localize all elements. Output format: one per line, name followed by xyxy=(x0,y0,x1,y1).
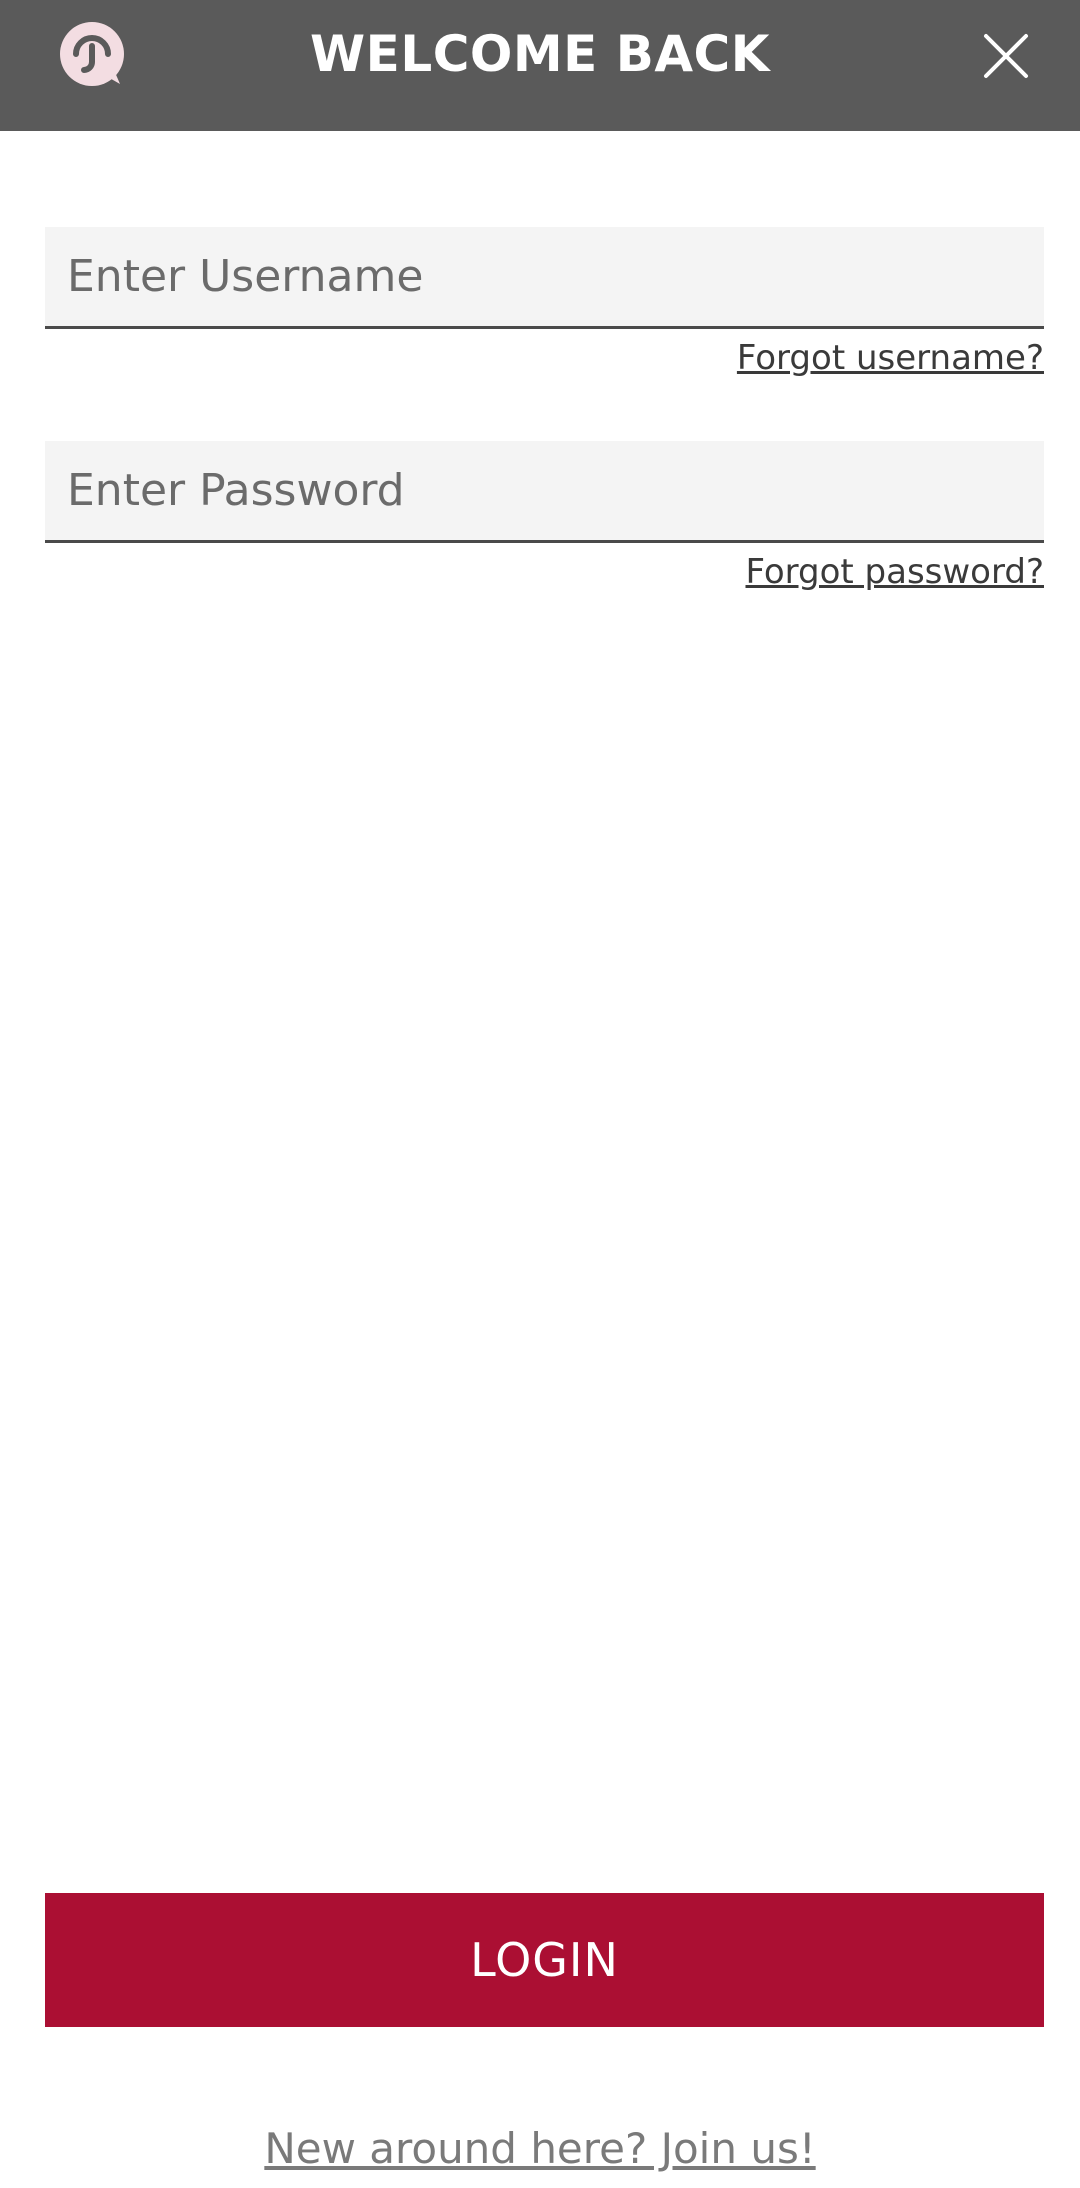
join-link[interactable]: New around here? Join us! xyxy=(0,2124,1080,2173)
page-title: WELCOME BACK xyxy=(310,25,770,83)
header-bar: WELCOME BACK xyxy=(0,0,1080,131)
login-button[interactable]: LOGIN xyxy=(45,1893,1044,2027)
close-icon[interactable] xyxy=(978,28,1034,84)
forgot-username-link[interactable]: Forgot username? xyxy=(737,338,1044,378)
username-input[interactable] xyxy=(45,227,1044,329)
password-input[interactable] xyxy=(45,441,1044,543)
forgot-password-link[interactable]: Forgot password? xyxy=(745,552,1044,592)
